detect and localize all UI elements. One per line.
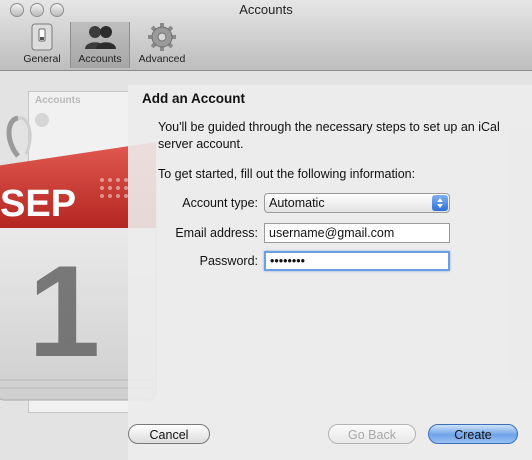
email-field[interactable]: username@gmail.com	[264, 223, 450, 243]
calendar-day-text: 1	[28, 238, 100, 384]
chevron-updown-icon	[432, 195, 448, 211]
preferences-toolbar: General Accounts Advanced	[14, 22, 194, 68]
window-title: Accounts	[239, 2, 293, 17]
password-field[interactable]: ••••••••	[264, 251, 450, 271]
people-icon	[84, 22, 116, 52]
account-type-label: Account type:	[182, 196, 258, 210]
go-back-button[interactable]: Go Back	[328, 424, 416, 444]
sheet-title: Add an Account	[142, 91, 245, 106]
accounts-list-header: Accounts	[35, 95, 81, 106]
account-type-select[interactable]: Automatic	[264, 193, 450, 213]
password-label: Password:	[199, 254, 258, 268]
password-row: Password: ••••••••	[128, 251, 532, 273]
toolbar-accounts[interactable]: Accounts	[70, 22, 130, 68]
toolbar-general-label: General	[23, 53, 61, 65]
add-account-sheet: Add an Account You'll be guided through …	[128, 85, 532, 460]
create-button[interactable]: Create	[428, 424, 518, 444]
calendar-month-text: SEP	[0, 183, 76, 225]
email-row: Email address: username@gmail.com	[128, 223, 532, 245]
toolbar-accounts-label: Accounts	[78, 53, 122, 65]
toolbar-general[interactable]: General	[14, 22, 70, 68]
window-titlebar: Accounts General Accounts Advanced	[0, 0, 532, 71]
cancel-button[interactable]: Cancel	[128, 424, 210, 444]
account-type-value: Automatic	[269, 196, 325, 210]
intro-text: You'll be guided through the necessary s…	[158, 120, 500, 151]
toolbar-advanced[interactable]: Advanced	[130, 22, 194, 68]
gear-icon	[147, 22, 177, 52]
switch-icon	[30, 22, 54, 52]
toolbar-advanced-label: Advanced	[138, 53, 186, 65]
email-label: Email address:	[175, 226, 258, 240]
account-type-row: Account type: Automatic	[128, 193, 532, 215]
instructions-text: To get started, fill out the following i…	[158, 167, 416, 181]
